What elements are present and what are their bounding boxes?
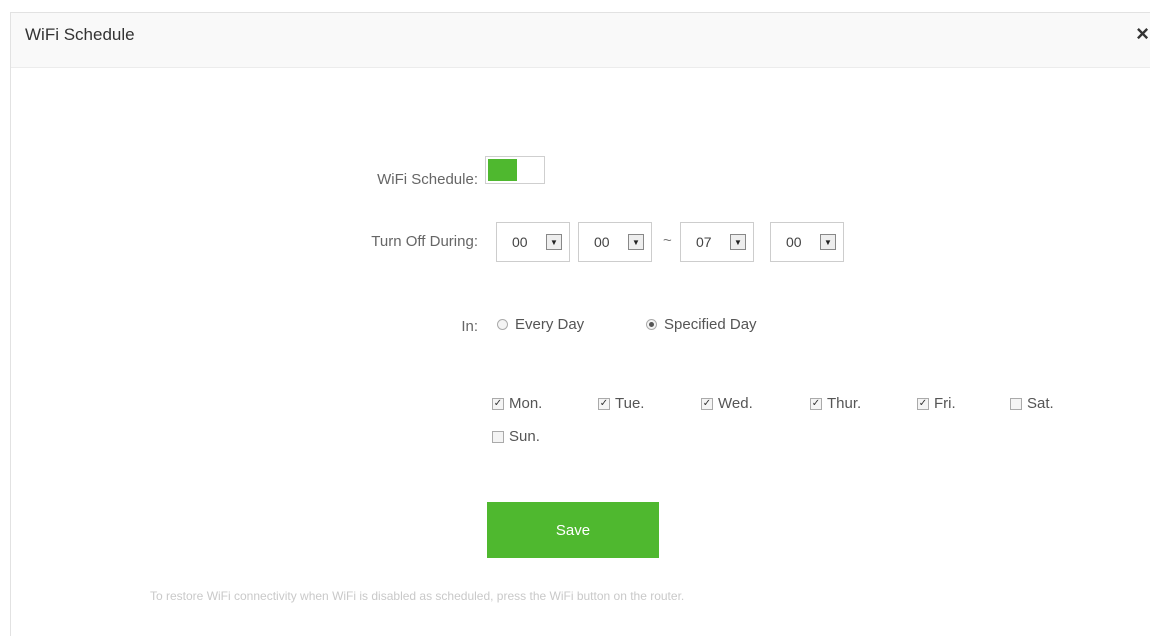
checkbox-mark: ✓ — [598, 397, 610, 410]
radio-dot — [497, 319, 508, 330]
start-hour-select[interactable]: 00 ▼ — [496, 222, 570, 262]
checkbox-mark: ✓ — [917, 397, 929, 410]
checkbox-mon[interactable]: ✓ Mon. — [492, 395, 542, 412]
repeat-label: In: — [461, 318, 478, 335]
chevron-down-icon: ▼ — [820, 234, 836, 250]
end-hour-value: 07 — [696, 234, 712, 250]
radio-specified-day[interactable]: Specified Day — [646, 316, 757, 333]
checkbox-mark: ✓ — [492, 397, 504, 410]
toggle-knob — [488, 159, 517, 181]
start-minute-select[interactable]: 00 ▼ — [578, 222, 652, 262]
checkbox-mark — [1010, 397, 1022, 410]
start-hour-value: 00 — [512, 234, 528, 250]
close-icon[interactable]: × — [1136, 23, 1149, 45]
dialog-title: WiFi Schedule — [25, 25, 135, 44]
checkbox-mark — [492, 430, 504, 443]
radio-dot — [646, 319, 657, 330]
checkbox-sun[interactable]: Sun. — [492, 428, 540, 445]
radio-specified-day-label: Specified Day — [664, 316, 757, 333]
day-label-thur: Thur. — [827, 395, 862, 412]
start-minute-value: 00 — [594, 234, 610, 250]
day-label-wed: Wed. — [718, 395, 753, 412]
radio-every-day-label: Every Day — [515, 316, 585, 333]
chevron-down-icon: ▼ — [730, 234, 746, 250]
end-minute-select[interactable]: 00 ▼ — [770, 222, 844, 262]
checkbox-tue[interactable]: ✓ Tue. — [598, 395, 644, 412]
checkbox-mark: ✓ — [701, 397, 713, 410]
save-button[interactable]: Save — [487, 502, 659, 558]
day-label-mon: Mon. — [509, 395, 543, 412]
dialog-header: WiFi Schedule × — [11, 13, 1150, 68]
end-hour-select[interactable]: 07 ▼ — [680, 222, 754, 262]
wifi-schedule-toggle[interactable] — [485, 156, 545, 184]
chevron-down-icon: ▼ — [628, 234, 644, 250]
turn-off-during-label: Turn Off During: — [371, 233, 478, 250]
checkbox-wed[interactable]: ✓ Wed. — [701, 395, 753, 412]
chevron-down-icon: ▼ — [546, 234, 562, 250]
day-label-sun: Sun. — [509, 428, 540, 445]
time-range-separator: ~ — [663, 232, 672, 249]
day-label-tue: Tue. — [615, 395, 645, 412]
radio-every-day[interactable]: Every Day — [497, 316, 584, 333]
footnote-text: To restore WiFi connectivity when WiFi i… — [150, 589, 685, 603]
day-label-sat: Sat. — [1027, 395, 1054, 412]
checkbox-mark: ✓ — [810, 397, 822, 410]
checkbox-fri[interactable]: ✓ Fri. — [917, 395, 956, 412]
wifi-schedule-label: WiFi Schedule: — [377, 171, 478, 188]
end-minute-value: 00 — [786, 234, 802, 250]
checkbox-sat[interactable]: Sat. — [1010, 395, 1054, 412]
checkbox-thur[interactable]: ✓ Thur. — [810, 395, 861, 412]
day-label-fri: Fri. — [934, 395, 956, 412]
